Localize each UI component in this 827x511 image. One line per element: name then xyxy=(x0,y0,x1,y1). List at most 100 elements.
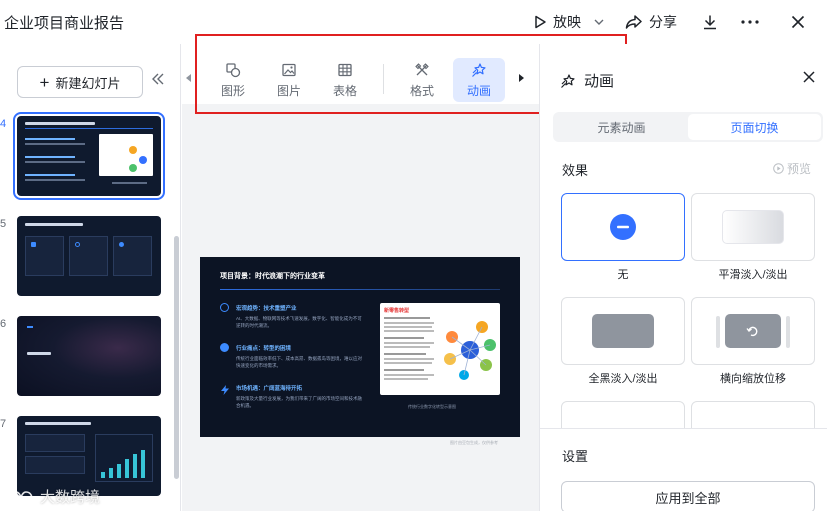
bullet-heading: 市场机遇：广阔蓝海待开拓 xyxy=(236,386,303,392)
close-window-button[interactable] xyxy=(781,6,815,38)
panel-title: 动画 xyxy=(584,73,615,90)
format-brush-icon xyxy=(415,62,429,75)
preview-label: 预览 xyxy=(786,162,811,176)
format-tool-button[interactable]: 格式 xyxy=(399,58,445,102)
slide-image-card[interactable]: 新零售转型 xyxy=(380,303,500,395)
image-tool-label: 图片 xyxy=(276,83,301,98)
more-dots-icon xyxy=(741,20,759,24)
title-underline xyxy=(220,289,500,290)
slide-number: 7 xyxy=(0,418,7,430)
close-icon xyxy=(791,15,805,29)
shape-tool-button[interactable]: 图形 xyxy=(210,58,256,102)
effect-thumbnail[interactable] xyxy=(561,193,685,261)
close-icon xyxy=(803,71,815,83)
apply-to-all-button[interactable]: 应用到全部 xyxy=(561,481,815,511)
present-label: 放映 xyxy=(553,14,581,30)
table-tool-label: 表格 xyxy=(332,83,357,98)
effect-thumbnail[interactable] xyxy=(691,193,815,261)
slide-canvas[interactable]: 项目背景：时代浪潮下的行业变革 宏观趋势：技术重塑产业 AI、大数据、物联网等技… xyxy=(182,104,539,511)
slide-thumbnail[interactable] xyxy=(17,316,161,396)
bullet-item[interactable]: 宏观趋势：技术重塑产业 AI、大数据、物联网等技术飞速发展，数字化、智能化成为不… xyxy=(236,304,366,330)
bullet-heading: 宏观趋势：技术重塑产业 xyxy=(236,306,297,312)
tab-element-animation[interactable]: 元素动画 xyxy=(555,114,688,140)
download-button[interactable] xyxy=(693,6,727,38)
effect-smooth-fade[interactable]: 平滑淡入/淡出 xyxy=(691,193,815,282)
shape-tool-label: 图形 xyxy=(220,83,245,98)
slides-panel: + 新建幻灯片 4 5 6 7 xyxy=(0,44,181,511)
animation-tool-label: 动画 xyxy=(466,83,491,98)
effect-thumbnail[interactable] xyxy=(691,401,815,428)
current-slide[interactable]: 项目背景：时代浪潮下的行业变革 宏观趋势：技术重塑产业 AI、大数据、物联网等技… xyxy=(200,257,520,437)
effect-thumbnail[interactable] xyxy=(691,297,815,365)
animation-icon xyxy=(472,62,486,77)
lightning-icon xyxy=(221,382,229,400)
effect-thumbnail[interactable] xyxy=(561,297,685,365)
smooth-fade-preview xyxy=(722,210,784,244)
effect-label: 平滑淡入/淡出 xyxy=(718,269,788,281)
image-icon xyxy=(282,63,296,76)
title-bar: 企业项目商业报告 放映 分享 xyxy=(0,0,827,44)
close-panel-button[interactable] xyxy=(803,70,815,88)
animation-tool-button[interactable]: 动画 xyxy=(453,58,505,102)
effect-thumbnail-partial[interactable] xyxy=(691,401,815,428)
animation-icon xyxy=(561,73,575,88)
plus-icon: + xyxy=(39,72,50,92)
share-label: 分享 xyxy=(649,14,677,30)
slide-thumbnail[interactable] xyxy=(13,112,165,200)
table-tool-button[interactable]: 表格 xyxy=(322,58,368,102)
toolbar-scroll-right[interactable] xyxy=(518,74,524,84)
effect-horizontal-zoom[interactable]: 横向缩放位移 xyxy=(691,297,815,386)
bullet-marker-icon xyxy=(220,303,229,312)
new-slide-button[interactable]: + 新建幻灯片 xyxy=(17,66,143,98)
horizontal-zoom-preview xyxy=(725,314,781,348)
slide-thumbnail[interactable] xyxy=(17,416,161,496)
slide-list-scrollbar[interactable] xyxy=(174,236,179,479)
effect-label: 无 xyxy=(617,269,629,281)
bullet-marker-icon xyxy=(220,343,229,352)
slide-title[interactable]: 项目背景：时代浪潮下的行业变革 xyxy=(220,271,325,281)
caret-left-icon xyxy=(186,74,191,82)
image-tool-button[interactable]: 图片 xyxy=(266,58,312,102)
share-arrow-icon xyxy=(625,15,642,29)
effects-section-label: 效果 xyxy=(562,163,589,178)
slide-number: 6 xyxy=(0,318,7,330)
format-tool-label: 格式 xyxy=(409,83,434,98)
diagram-illustration xyxy=(444,321,496,380)
toolbar-scroll-left[interactable] xyxy=(186,74,192,84)
slide-thumbnail-list[interactable]: 4 5 6 7 xyxy=(0,108,181,511)
effect-thumbnail-partial[interactable] xyxy=(561,401,685,428)
bullet-body: 传统行业面临效率低下、成本高昂、数据孤岛等困境，难以应对快速变化的市场需求。 xyxy=(236,356,362,368)
tab-page-transition[interactable]: 页面切换 xyxy=(688,114,821,140)
title-bar-actions: 放映 分享 xyxy=(525,0,827,44)
slide-item[interactable]: 5 xyxy=(0,212,181,298)
toolbar-divider xyxy=(383,64,384,94)
bullet-item[interactable]: 行业痛点：转型的困境 传统行业面临效率低下、成本高昂、数据孤岛等困境，难以应对快… xyxy=(236,344,366,370)
slide-thumbnail[interactable] xyxy=(17,216,161,296)
download-icon xyxy=(704,15,716,30)
table-icon xyxy=(338,63,352,76)
bullet-body: AI、大数据、物联网等技术飞速发展，数字化、智能化成为不可逆转的时代潮流。 xyxy=(236,316,362,328)
bullet-heading: 行业痛点：转型的困境 xyxy=(236,346,292,352)
present-button[interactable]: 放映 xyxy=(525,6,613,38)
bullet-body: 新政策及大量行业发展，为我们带来了广阔的市场空间和技术融合机遇。 xyxy=(236,396,362,408)
panel-header: 动画 xyxy=(560,70,614,91)
none-icon xyxy=(610,214,636,240)
effect-none[interactable]: 无 xyxy=(561,193,685,282)
image-caption: 传统行业数字化转型示意图 xyxy=(408,404,456,409)
chevron-down-icon[interactable] xyxy=(593,16,605,28)
more-button[interactable] xyxy=(733,6,767,38)
transition-effects-grid[interactable]: 无 平滑淡入/淡出 全黑淡入/淡出 横向缩放位移 xyxy=(561,193,815,428)
preview-button[interactable]: 预览 xyxy=(773,160,811,177)
effect-black-fade[interactable]: 全黑淡入/淡出 xyxy=(561,297,685,386)
effect-thumbnail[interactable] xyxy=(561,401,685,428)
section-divider xyxy=(540,428,827,429)
share-button[interactable]: 分享 xyxy=(617,6,685,38)
collapse-panel-button[interactable] xyxy=(151,72,165,90)
slide-item[interactable]: 4 xyxy=(0,112,181,200)
settings-section-label: 设置 xyxy=(562,449,589,464)
document-title: 企业项目商业报告 xyxy=(4,15,125,32)
effect-label: 全黑淡入/淡出 xyxy=(588,373,658,385)
slide-item[interactable]: 6 xyxy=(0,312,181,398)
card-title: 新零售转型 xyxy=(384,308,410,314)
bullet-item[interactable]: 市场机遇：广阔蓝海待开拓 新政策及大量行业发展，为我们带来了广阔的市场空间和技术… xyxy=(236,384,366,410)
